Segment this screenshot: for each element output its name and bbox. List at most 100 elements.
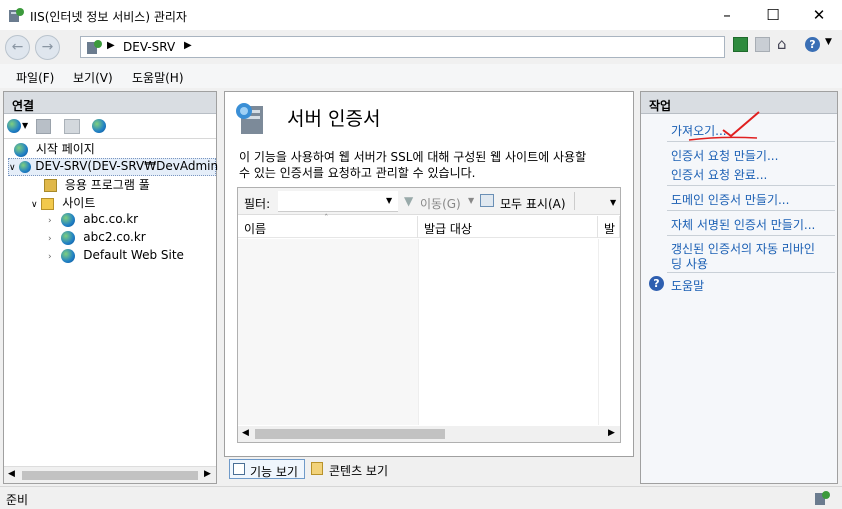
actions-panel: 작업 가져오기... 인증서 요청 만들기... 인증서 요청 완료... 도메… <box>640 91 838 484</box>
site-globe-icon <box>61 248 76 263</box>
menu-bar <box>0 64 842 88</box>
help-icon: ? <box>649 276 664 291</box>
server-icon <box>87 40 102 54</box>
sites-folder-icon <box>41 197 55 210</box>
page-description: 이 기능을 사용하여 웹 서버가 SSL에 대해 구성된 웹 사이트에 사용할 <box>239 150 587 164</box>
expand-arrow-icon[interactable]: › <box>48 252 52 262</box>
horizontal-scrollbar[interactable]: ◀ ▶ <box>4 466 216 483</box>
scroll-left-icon[interactable]: ◀ <box>242 428 249 438</box>
filter-label: 필터: <box>244 197 271 211</box>
chevron-down-icon: ▼ <box>468 196 475 205</box>
menu-file[interactable]: 파일(F) <box>16 69 54 86</box>
action-create-request[interactable]: 인증서 요청 만들기... <box>671 147 778 164</box>
show-all-button[interactable]: 모두 표시(A) <box>500 195 566 212</box>
scroll-right-icon[interactable]: ▶ <box>608 428 615 438</box>
tree-server[interactable]: DEV-SRV(DEV-SRV₩DevAdmin <box>35 159 218 173</box>
features-view-icon <box>233 463 245 475</box>
tree-start-page[interactable]: 시작 페이지 <box>36 142 95 156</box>
action-create-self-signed[interactable]: 자체 서명된 인증서 만들기... <box>671 216 815 233</box>
filter-input[interactable]: ▼ <box>278 191 398 212</box>
annotation-checkmark <box>688 111 760 141</box>
separator <box>667 185 835 186</box>
window-title: IIS(인터넷 정보 서비스) 관리자 <box>30 10 187 24</box>
main-panel: 서버 인증서 이 기능을 사용하여 웹 서버가 SSL에 대해 구성된 웹 사이… <box>224 91 634 457</box>
server-icon <box>19 160 32 173</box>
expand-arrow-icon[interactable]: › <box>48 234 52 244</box>
server-status-icon <box>815 491 830 505</box>
separator <box>667 235 835 236</box>
site-globe-icon <box>61 212 76 227</box>
column-divider <box>418 239 419 425</box>
status-text: 준비 <box>6 493 29 507</box>
toolbar-divider <box>574 192 575 210</box>
breadcrumb-arrow-icon: ▶ <box>184 40 192 51</box>
save-icon[interactable] <box>36 119 51 134</box>
action-enable-auto-rebind[interactable]: 딩 사용 <box>671 255 708 272</box>
list-body-selected-column <box>238 239 418 425</box>
sort-ascending-icon: ˆ <box>324 214 329 224</box>
tree-site-item[interactable]: abc2.co.kr <box>83 230 145 244</box>
column-header-issued-by[interactable]: 발급 <box>598 216 620 238</box>
scroll-thumb[interactable] <box>22 471 198 480</box>
disconnect-icon[interactable] <box>92 119 106 133</box>
chevron-down-icon[interactable]: ▼ <box>610 198 616 207</box>
separator <box>667 141 835 142</box>
maximize-button[interactable]: ☐ <box>750 0 796 30</box>
iis-app-icon <box>9 8 24 22</box>
back-arrow-icon[interactable]: ← <box>5 35 30 60</box>
content-view-icon <box>311 462 323 475</box>
separator <box>667 272 835 273</box>
page-title: 서버 인증서 <box>287 108 381 130</box>
help-icon[interactable]: ? <box>805 37 820 52</box>
go-button[interactable]: 이동(G) <box>420 195 461 212</box>
show-all-icon <box>480 194 494 207</box>
minimize-button[interactable]: – <box>704 0 750 30</box>
column-divider <box>598 239 599 425</box>
status-bar: 준비 <box>0 486 842 509</box>
stop-icon[interactable] <box>755 37 770 52</box>
collapse-arrow-icon[interactable]: ∨ <box>9 163 16 173</box>
breadcrumb-arrow-icon: ▶ <box>107 40 115 51</box>
breadcrumb-server[interactable]: DEV-SRV <box>123 40 175 54</box>
connections-title: 연결 <box>4 92 216 114</box>
menu-view[interactable]: 보기(V) <box>73 69 113 86</box>
address-bar[interactable]: ▶ DEV-SRV ▶ <box>80 36 725 58</box>
list-horizontal-scrollbar[interactable]: ◀ ▶ <box>238 426 620 442</box>
action-complete-request[interactable]: 인증서 요청 완료... <box>671 166 767 183</box>
action-help[interactable]: 도움말 <box>671 277 704 294</box>
tab-features-view[interactable]: 기능 보기 <box>229 459 305 479</box>
column-headers: 이름 ˆ 발급 대상 발급 <box>238 214 620 238</box>
up-level-icon[interactable] <box>64 119 80 134</box>
app-pool-icon <box>44 179 57 192</box>
certificate-server-icon <box>236 103 263 134</box>
collapse-arrow-icon[interactable]: ∨ <box>31 200 38 210</box>
home-icon[interactable]: ⌂ <box>777 35 794 53</box>
chevron-down-icon[interactable]: ▼ <box>825 37 832 47</box>
chevron-down-icon[interactable]: ▼ <box>22 121 28 130</box>
scroll-thumb[interactable] <box>255 429 445 439</box>
start-page-icon <box>14 142 28 157</box>
connect-globe-icon[interactable] <box>7 119 21 133</box>
refresh-icon[interactable] <box>733 37 748 52</box>
close-button[interactable]: ✕ <box>796 0 842 30</box>
tree-sites[interactable]: 사이트 <box>62 196 95 210</box>
scroll-left-icon[interactable]: ◀ <box>8 469 15 479</box>
connections-toolbar: ▼ <box>4 115 216 139</box>
funnel-icon: ▼ <box>404 194 414 208</box>
chevron-down-icon[interactable]: ▼ <box>386 196 392 205</box>
action-create-domain-cert[interactable]: 도메인 인증서 만들기... <box>671 191 789 208</box>
tab-label: 콘텐츠 보기 <box>329 464 389 478</box>
tab-content-view[interactable]: 콘텐츠 보기 <box>310 459 400 479</box>
scroll-right-icon[interactable]: ▶ <box>204 469 211 479</box>
tree-site-item[interactable]: abc.co.kr <box>83 212 138 226</box>
expand-arrow-icon[interactable]: › <box>48 216 52 226</box>
menu-help[interactable]: 도움말(H) <box>132 69 184 86</box>
title-bar: IIS(인터넷 정보 서비스) 관리자 – ☐ ✕ <box>0 0 842 30</box>
tree-site-item[interactable]: Default Web Site <box>83 248 184 262</box>
tab-label: 기능 보기 <box>250 465 298 479</box>
tree-app-pools[interactable]: 응용 프로그램 풀 <box>65 178 150 192</box>
page-description: 수 있는 인증서를 요청하고 관리할 수 있습니다. <box>239 166 476 180</box>
separator <box>667 210 835 211</box>
forward-arrow-icon[interactable]: → <box>35 35 60 60</box>
column-header-issued-to[interactable]: 발급 대상 <box>418 216 598 238</box>
